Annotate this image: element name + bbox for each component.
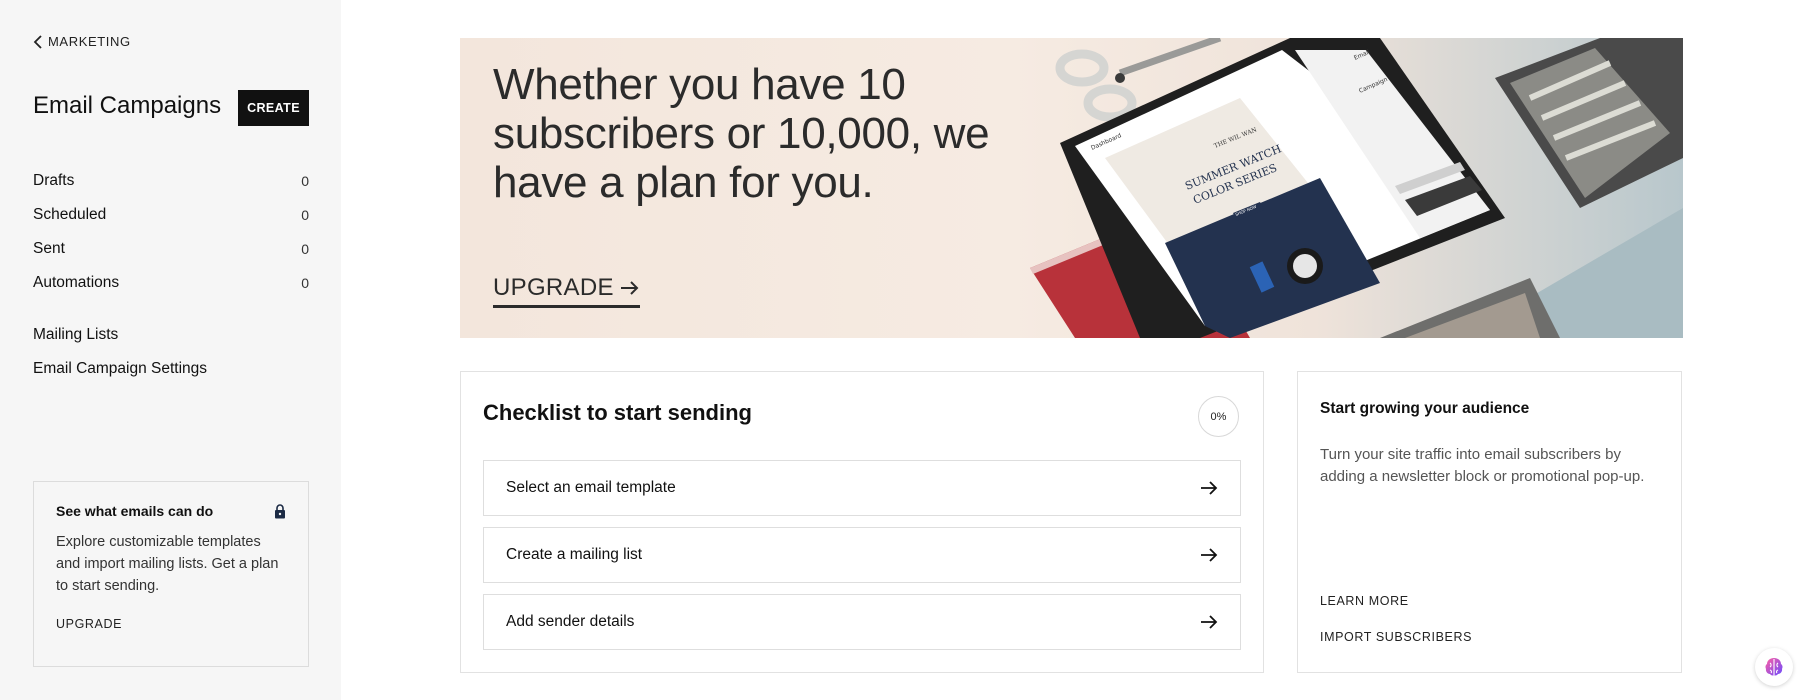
sidebar-item-count: 0 — [301, 275, 309, 291]
hero-upgrade-label: UPGRADE — [493, 274, 614, 301]
sidebar-item-count: 0 — [301, 241, 309, 257]
arrow-right-icon — [1201, 481, 1218, 495]
sidebar-item-campaign-settings[interactable]: Email Campaign Settings — [33, 352, 309, 386]
task-label: Add sender details — [506, 613, 635, 630]
arrow-right-icon — [1201, 615, 1218, 629]
promo-body: Explore customizable templates and impor… — [56, 534, 279, 594]
grow-audience-card: Start growing your audience Turn your si… — [1297, 371, 1682, 673]
sidebar-item-automations[interactable]: Automations 0 — [33, 266, 309, 300]
page-title: Email Campaigns — [33, 92, 222, 119]
audience-body: Turn your site traffic into email subscr… — [1320, 446, 1645, 485]
sidebar-item-count: 0 — [301, 207, 309, 223]
checklist-card: Checklist to start sending 0% Select an … — [460, 371, 1264, 673]
tablet-image — [1060, 38, 1505, 338]
arrow-right-icon — [1201, 548, 1218, 562]
back-link-label: MARKETING — [48, 34, 131, 49]
promo-header: See what emails can do — [56, 503, 286, 519]
settings-nav: Mailing Lists Email Campaign Settings — [33, 318, 309, 386]
sidebar-item-label: Scheduled — [33, 206, 107, 223]
sidebar-item-label: Automations — [33, 274, 120, 291]
back-to-marketing-link[interactable]: MARKETING — [33, 34, 131, 49]
lock-icon — [275, 503, 285, 518]
marble-box-image — [1495, 38, 1683, 208]
task-label: Create a mailing list — [506, 546, 643, 563]
help-brain-icon — [1765, 658, 1783, 676]
sidebar-item-count: 0 — [301, 173, 309, 189]
sidebar-item-mailing-lists[interactable]: Mailing Lists — [33, 318, 309, 352]
sidebar-item-label: Sent — [33, 240, 65, 257]
arrow-right-icon — [620, 281, 639, 295]
sidebar-item-label: Drafts — [33, 172, 75, 189]
hero-upgrade-link[interactable]: UPGRADE — [493, 274, 640, 308]
sidebar: MARKETING Email Campaigns CREATE Drafts … — [0, 0, 341, 700]
promo-title: See what emails can do — [56, 503, 214, 519]
create-button[interactable]: CREATE — [238, 90, 309, 126]
help-button[interactable] — [1755, 648, 1793, 686]
task-select-template[interactable]: Select an email template — [483, 460, 1241, 516]
task-add-sender-details[interactable]: Add sender details — [483, 594, 1241, 650]
task-label: Select an email template — [506, 479, 676, 496]
sidebar-item-sent[interactable]: Sent 0 — [33, 232, 309, 266]
campaign-status-nav: Drafts 0 Scheduled 0 Sent 0 Automations … — [33, 164, 309, 300]
checklist-progress-badge: 0% — [1198, 396, 1239, 437]
learn-more-link[interactable]: LEARN MORE — [1320, 594, 1409, 608]
task-create-mailing-list[interactable]: Create a mailing list — [483, 527, 1241, 583]
sidebar-item-scheduled[interactable]: Scheduled 0 — [33, 198, 309, 232]
import-subscribers-link[interactable]: IMPORT SUBSCRIBERS — [1320, 630, 1472, 644]
chevron-left-icon — [33, 34, 42, 49]
upgrade-promo-card: See what emails can do Explore customiza… — [33, 481, 309, 667]
sidebar-item-drafts[interactable]: Drafts 0 — [33, 164, 309, 198]
upgrade-hero-banner: THE WIL WAN SUMMER WATCH COLOR SERIES SH… — [460, 38, 1683, 338]
hero-heading: Whether you have 10 subscribers or 10,00… — [493, 60, 990, 207]
audience-title: Start growing your audience — [1320, 400, 1530, 417]
checklist-title: Checklist to start sending — [483, 400, 752, 425]
promo-upgrade-link[interactable]: UPGRADE — [56, 617, 122, 631]
